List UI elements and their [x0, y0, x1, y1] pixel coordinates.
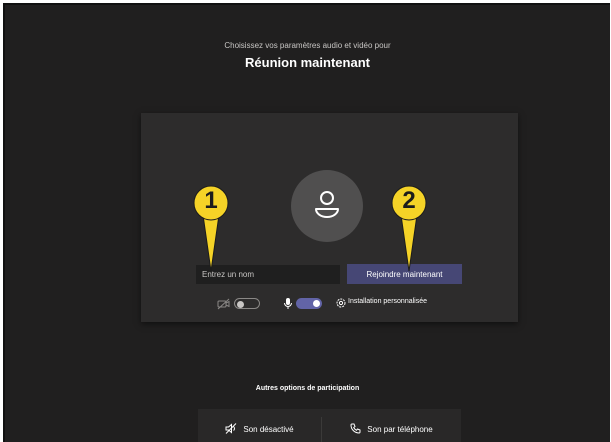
microphone-icon: [283, 297, 293, 315]
phone-icon: [350, 423, 361, 436]
callout-2: 2: [390, 185, 428, 276]
page-subtitle: Choisissez vos paramètres audio et vidéo…: [224, 41, 391, 50]
camera-off-icon: [217, 297, 231, 315]
camera-toggle[interactable]: [234, 298, 260, 309]
other-options-title: Autres options de participation: [255, 385, 360, 392]
teams-prejoin-screen: Choisissez vos paramètres audio et vidéo…: [3, 3, 610, 442]
callout-2-number: 2: [402, 187, 416, 214]
audio-off-label: Son désactivé: [243, 424, 294, 434]
phone-audio-option[interactable]: Son par téléphone: [322, 409, 461, 442]
phone-audio-label: Son par téléphone: [367, 424, 433, 434]
other-options-bar: Son désactivé Son par téléphone: [198, 409, 461, 442]
avatar: [291, 170, 363, 242]
audio-off-option[interactable]: Son désactivé: [198, 409, 321, 442]
user-icon: [315, 191, 339, 218]
gear-icon[interactable]: [335, 296, 347, 314]
microphone-toggle[interactable]: [296, 298, 322, 309]
custom-setup-link[interactable]: Installation personnalisée: [348, 298, 427, 305]
callout-1-number: 1: [204, 187, 218, 214]
meeting-title: Réunion maintenant: [245, 55, 370, 70]
callout-1: 1: [192, 185, 230, 276]
speaker-off-icon: [225, 422, 237, 436]
